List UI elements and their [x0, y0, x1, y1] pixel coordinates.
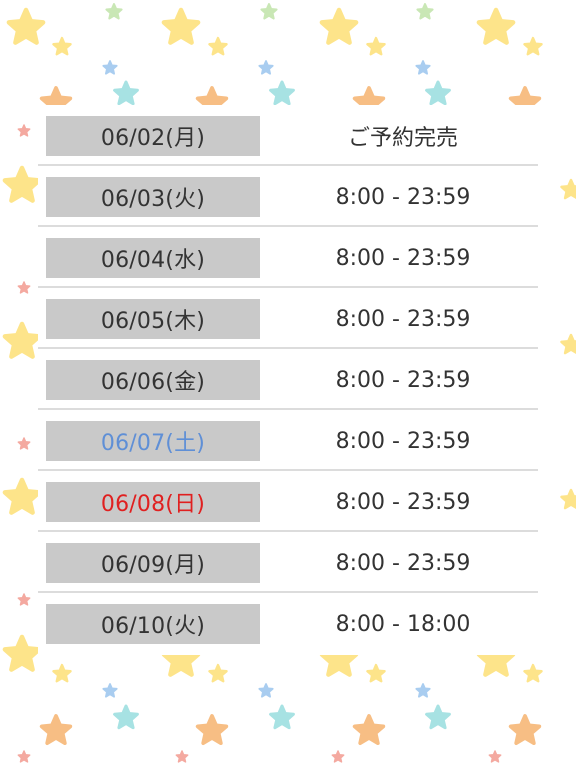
schedule-row: 06/08(日) 8:00 - 23:59: [38, 471, 538, 532]
star-decoration: [560, 333, 576, 355]
time-range: 8:00 - 23:59: [335, 184, 471, 210]
schedule-row: 06/07(土) 8:00 - 23:59: [38, 410, 538, 471]
schedule-row: 06/04(水) 8:00 - 23:59: [38, 227, 538, 288]
star-decoration: [52, 663, 72, 683]
star-decoration: [366, 663, 386, 683]
date-label: 06/06(金): [46, 360, 260, 400]
star-decoration: [2, 634, 42, 672]
star-decoration: [208, 36, 228, 56]
schedule-row: 06/06(金) 8:00 - 23:59: [38, 349, 538, 410]
time-range: 8:00 - 23:59: [335, 428, 471, 454]
date-label: 06/05(木): [46, 299, 260, 339]
schedule-row: 06/02(月) ご予約完売: [38, 105, 538, 166]
schedule-row: 06/05(木) 8:00 - 23:59: [38, 288, 538, 349]
star-decoration: [113, 704, 139, 730]
star-decoration: [415, 683, 431, 698]
star-decoration: [523, 36, 543, 56]
star-decoration: [39, 714, 73, 745]
star-decoration: [17, 281, 31, 294]
time-range: 8:00 - 23:59: [335, 489, 471, 515]
date-label: 06/02(月): [46, 116, 260, 156]
star-decoration: [175, 750, 189, 763]
time-range: 8:00 - 23:59: [335, 367, 471, 393]
star-decoration: [352, 714, 386, 745]
star-decoration: [269, 80, 295, 106]
star-decoration: [560, 488, 576, 510]
star-decoration: [258, 60, 274, 75]
star-decoration: [416, 3, 434, 20]
time-range: 8:00 - 23:59: [335, 306, 471, 332]
star-decoration: [415, 60, 431, 75]
star-decoration: [17, 124, 31, 137]
star-decoration: [102, 60, 118, 75]
star-decoration: [508, 714, 542, 745]
star-decoration: [523, 663, 543, 683]
star-decoration: [331, 750, 345, 763]
schedule-row: 06/03(火) 8:00 - 23:59: [38, 166, 538, 227]
star-decoration: [6, 7, 46, 45]
schedule-row: 06/10(火) 8:00 - 18:00: [38, 593, 538, 654]
star-decoration: [17, 437, 31, 450]
schedule-row: 06/09(月) 8:00 - 23:59: [38, 532, 538, 593]
star-decoration: [319, 7, 359, 45]
star-decoration: [260, 3, 278, 20]
schedule-list: 06/02(月) ご予約完売 06/03(火) 8:00 - 23:59 06/…: [38, 105, 538, 654]
star-decoration: [2, 165, 42, 203]
time-range: 8:00 - 23:59: [335, 245, 471, 271]
star-decoration: [161, 7, 201, 45]
star-decoration: [476, 7, 516, 45]
date-label: 06/10(火): [46, 604, 260, 644]
star-decoration: [425, 80, 451, 106]
star-decoration: [195, 714, 229, 745]
date-label: 06/09(月): [46, 543, 260, 583]
star-decoration: [208, 663, 228, 683]
date-label: 06/04(水): [46, 238, 260, 278]
star-decoration: [269, 704, 295, 730]
time-range: 8:00 - 23:59: [335, 550, 471, 576]
date-label: 06/08(日): [46, 482, 260, 522]
star-decoration: [425, 704, 451, 730]
star-decoration: [102, 683, 118, 698]
star-decoration: [52, 36, 72, 56]
date-label: 06/03(火): [46, 177, 260, 217]
star-decoration: [17, 593, 31, 606]
star-decoration: [258, 683, 274, 698]
star-decoration: [17, 750, 31, 763]
star-decoration: [2, 477, 42, 515]
date-label: 06/07(土): [46, 421, 260, 461]
time-range: ご予約完売: [347, 126, 458, 151]
star-decoration: [105, 3, 123, 20]
star-decoration: [113, 80, 139, 106]
star-decoration: [2, 321, 42, 359]
star-decoration: [366, 36, 386, 56]
time-range: 8:00 - 18:00: [335, 611, 471, 637]
star-decoration: [560, 178, 576, 200]
star-decoration: [488, 750, 502, 763]
